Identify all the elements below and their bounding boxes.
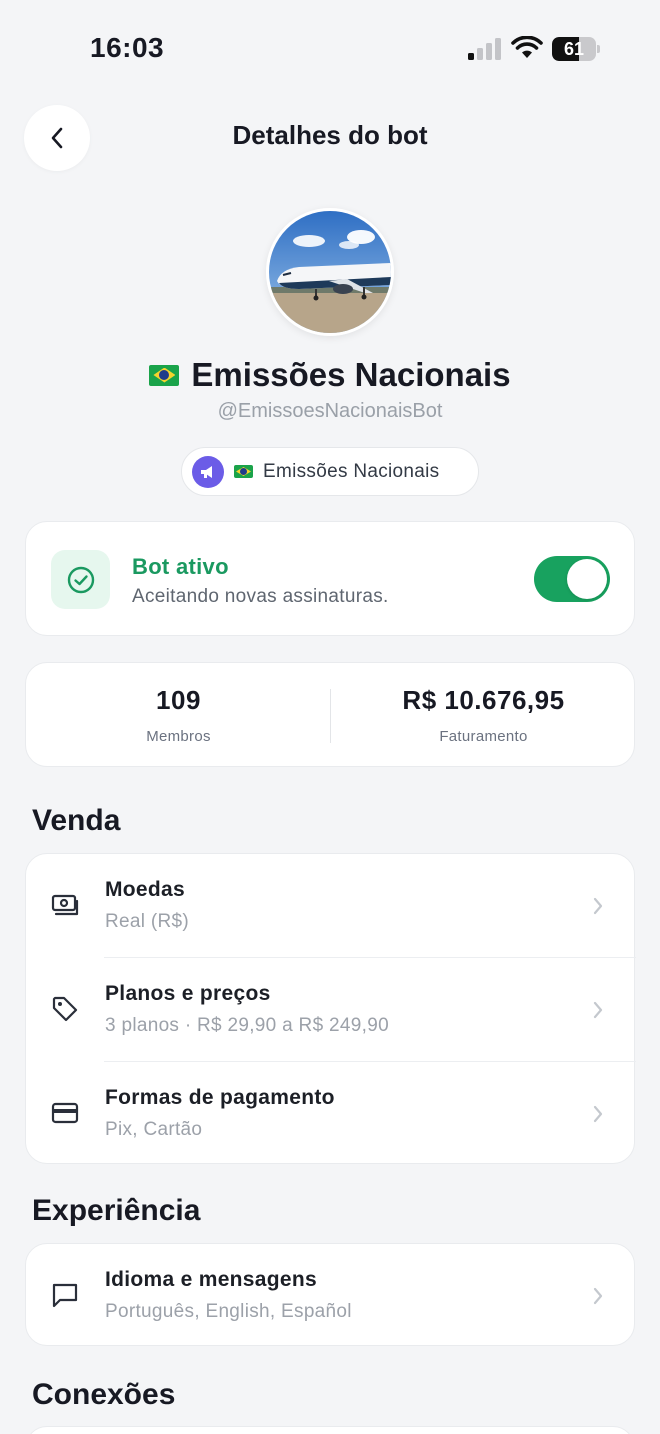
cellular-signal-icon (468, 38, 501, 60)
bot-name: Emissões Nacionais (191, 356, 511, 393)
megaphone-icon (192, 455, 224, 488)
bot-status-title: Bot ativo (132, 554, 229, 579)
list-item-subtitle: 3 planos · R$ 29,90 a R$ 249,90 (105, 1015, 389, 1036)
members-count: 109 (156, 685, 201, 715)
stats-card: 109 Membros R$ 10.676,95 Faturamento (25, 662, 635, 767)
toggle-knob (567, 559, 607, 599)
chevron-right-icon (593, 897, 603, 915)
section-title-conexoes: Conexões (32, 1378, 176, 1411)
list-item-idioma[interactable]: Idioma e mensagens Português, English, E… (26, 1244, 636, 1348)
chevron-right-icon (593, 1287, 603, 1305)
battery-level: 61 (563, 39, 585, 59)
members-label: Membros (146, 728, 211, 745)
list-item-moedas[interactable]: Moedas Real (R$) (26, 854, 636, 958)
venda-card: Moedas Real (R$) Planos e preços 3 plano… (25, 853, 636, 1166)
list-item-title: Planos e preços (105, 982, 271, 1005)
channel-chip[interactable]: Emissões Nacionais (181, 447, 479, 496)
bot-username: @EmissoesNacionaisBot (217, 400, 443, 422)
section-title-venda: Venda (32, 804, 121, 837)
section-title-experiencia: Experiência (32, 1194, 201, 1227)
status-bar: 16:03 61 (0, 0, 660, 96)
cash-icon (50, 890, 80, 920)
chevron-right-icon (593, 1105, 603, 1123)
tag-icon (50, 994, 80, 1024)
chevron-right-icon (593, 1001, 603, 1019)
bot-active-toggle[interactable] (534, 556, 610, 602)
bot-status-card: Bot ativo Aceitando novas assinaturas. (25, 521, 635, 636)
page-title: Detalhes do bot (232, 120, 428, 150)
message-icon (50, 1280, 80, 1310)
list-item-pagamento[interactable]: Formas de pagamento Pix, Cartão (26, 1062, 636, 1166)
revenue-label: Faturamento (439, 728, 528, 745)
bot-avatar (266, 208, 394, 336)
conexoes-card (25, 1426, 635, 1434)
list-item-title: Idioma e mensagens (105, 1268, 317, 1291)
airplane-photo (269, 211, 391, 333)
list-item-subtitle: Pix, Cartão (105, 1119, 203, 1140)
credit-card-icon (50, 1098, 80, 1128)
list-item-subtitle: Português, English, Español (105, 1301, 352, 1322)
brazil-flag-icon (234, 465, 253, 478)
status-time: 16:03 (90, 32, 165, 63)
list-item-title: Formas de pagamento (105, 1086, 335, 1109)
list-item-title: Moedas (105, 878, 185, 901)
bot-name-row: Emissões Nacionais (0, 356, 660, 394)
revenue-stat: R$ 10.676,95 Faturamento (331, 685, 636, 745)
list-item-subtitle: Real (R$) (105, 911, 189, 932)
channel-name: Emissões Nacionais (263, 460, 440, 482)
wifi-icon (511, 36, 543, 58)
check-circle-icon (51, 550, 110, 609)
bot-status-subtitle: Aceitando novas assinaturas. (132, 586, 389, 607)
brazil-flag-icon (149, 364, 180, 386)
battery-icon: 61 (552, 37, 600, 61)
revenue-value: R$ 10.676,95 (402, 685, 565, 715)
experiencia-card: Idioma e mensagens Português, English, E… (25, 1243, 635, 1346)
list-item-planos[interactable]: Planos e preços 3 planos · R$ 29,90 a R$… (26, 958, 636, 1062)
members-stat: 109 Membros (26, 685, 331, 745)
